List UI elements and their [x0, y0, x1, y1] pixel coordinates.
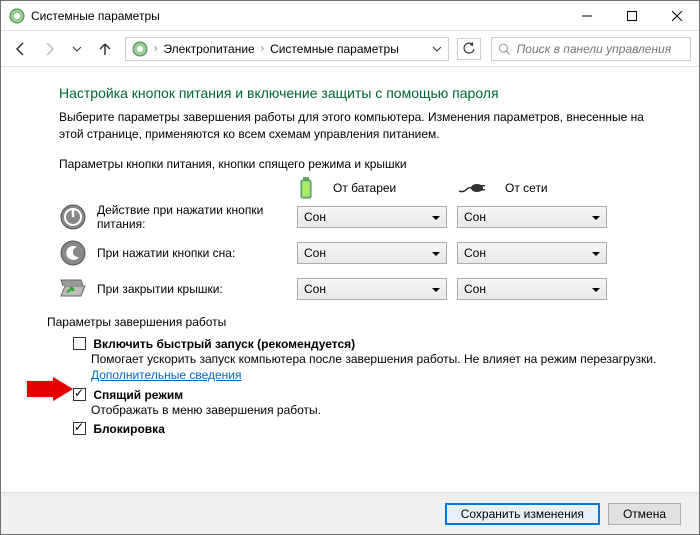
opt-lock: Блокировка — [73, 422, 659, 436]
search-box[interactable] — [491, 37, 691, 61]
dd-sleep-battery[interactable]: Сон — [297, 242, 447, 264]
back-button[interactable] — [9, 37, 33, 61]
recent-dropdown[interactable] — [65, 37, 89, 61]
annotation-arrow-icon — [27, 377, 73, 401]
column-battery: От батареи — [299, 177, 459, 199]
column-mains: От сети — [459, 177, 619, 199]
row-power-button: Действие при нажатии кнопки питания: Сон… — [59, 203, 659, 232]
refresh-button[interactable] — [457, 38, 481, 60]
checkbox-fast-startup[interactable] — [73, 337, 86, 350]
cancel-button[interactable]: Отмена — [608, 503, 681, 525]
up-button[interactable] — [93, 37, 117, 61]
opt-sleep: Спящий режим Отображать в меню завершени… — [73, 388, 659, 419]
window-title: Системные параметры — [31, 9, 564, 23]
chevron-right-icon: › — [152, 43, 159, 54]
search-icon — [498, 42, 511, 56]
close-button[interactable] — [654, 1, 699, 30]
search-input[interactable] — [517, 42, 684, 56]
chevron-right-icon: › — [259, 43, 266, 54]
opt-fast-startup: Включить быстрый запуск (рекомендуется) … — [73, 337, 659, 383]
breadcrumb-item-sysparams[interactable]: Системные параметры — [266, 42, 403, 56]
row-lid-close: При закрытии крышки: Сон Сон — [59, 275, 659, 303]
app-icon — [9, 8, 25, 24]
checkbox-lock[interactable] — [73, 422, 86, 435]
dd-power-mains[interactable]: Сон — [457, 206, 607, 228]
dd-lid-battery[interactable]: Сон — [297, 278, 447, 300]
maximize-button[interactable] — [609, 1, 654, 30]
link-learn-more[interactable]: Дополнительные сведения — [91, 368, 241, 382]
checkbox-sleep[interactable] — [73, 388, 86, 401]
page-heading: Настройка кнопок питания и включение защ… — [59, 85, 659, 101]
dd-lid-mains[interactable]: Сон — [457, 278, 607, 300]
lid-icon — [59, 278, 87, 300]
breadcrumb-item-power[interactable]: Электропитание — [159, 42, 258, 56]
section-power-buttons-title: Параметры кнопки питания, кнопки спящего… — [59, 157, 659, 171]
page-desc: Выберите параметры завершения работы для… — [59, 109, 659, 143]
breadcrumb[interactable]: › Электропитание › Системные параметры — [125, 37, 449, 61]
title-bar: Системные параметры — [1, 1, 699, 31]
save-button[interactable]: Сохранить изменения — [445, 503, 600, 525]
section-shutdown-title: Параметры завершения работы — [47, 315, 659, 329]
row-sleep-button: При нажатии кнопки сна: Сон Сон — [59, 239, 659, 267]
button-bar: Сохранить изменения Отмена — [1, 492, 699, 534]
sleep-button-icon — [60, 240, 86, 266]
minimize-button[interactable] — [564, 1, 609, 30]
nav-bar: › Электропитание › Системные параметры — [1, 31, 699, 67]
plug-icon — [459, 181, 485, 195]
power-plan-icon — [132, 41, 148, 57]
dd-sleep-mains[interactable]: Сон — [457, 242, 607, 264]
forward-button[interactable] — [37, 37, 61, 61]
breadcrumb-dropdown[interactable] — [428, 38, 446, 60]
power-button-icon — [60, 204, 86, 230]
battery-icon — [299, 177, 313, 199]
dd-power-battery[interactable]: Сон — [297, 206, 447, 228]
